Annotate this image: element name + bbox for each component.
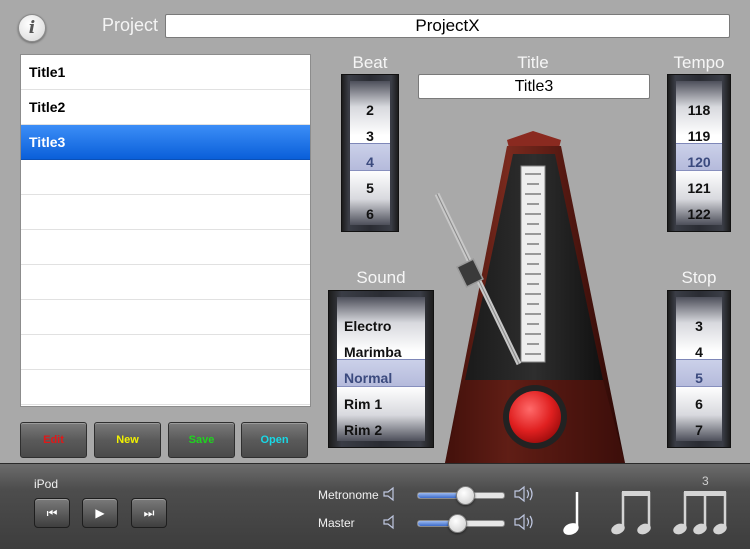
picker-value: Rim 2 xyxy=(344,422,383,438)
triplet-notes-icon[interactable] xyxy=(672,488,728,538)
picker-value: 6 xyxy=(695,396,703,412)
quarter-note-icon[interactable] xyxy=(560,488,586,538)
title-field[interactable]: Title3 xyxy=(418,74,650,99)
volume-low-icon xyxy=(383,486,394,502)
eighth-notes-icon[interactable] xyxy=(610,488,654,538)
master-volume-label: Master xyxy=(318,516,355,530)
stop-label: Stop xyxy=(681,268,717,287)
slider-thumb[interactable] xyxy=(447,514,467,533)
title-list: Title1 Title2 Title3 xyxy=(20,54,311,407)
master-volume-slider[interactable] xyxy=(417,514,505,533)
project-label: Project xyxy=(102,15,159,35)
metronome-cap xyxy=(507,131,561,148)
metronome-volume-label: Metronome xyxy=(318,488,379,502)
list-item-empty xyxy=(21,335,310,370)
play-icon[interactable]: ▶ xyxy=(82,498,118,528)
picker-value: 5 xyxy=(366,180,374,196)
new-button[interactable]: New xyxy=(94,422,161,458)
save-button[interactable]: Save xyxy=(168,422,235,458)
picker-value-selected: 4 xyxy=(366,154,374,170)
ipod-label: iPod xyxy=(34,477,59,491)
metronome xyxy=(434,131,625,463)
beat-label: Beat xyxy=(352,53,388,72)
picker-value: 121 xyxy=(687,180,711,196)
stop-picker[interactable]: 3 4 5 6 7 xyxy=(667,290,731,448)
open-button[interactable]: Open xyxy=(241,422,308,458)
picker-value: 4 xyxy=(695,344,703,360)
sound-picker[interactable]: Electro Marimba Normal Rim 1 Rim 2 xyxy=(328,290,434,448)
picker-value: 2 xyxy=(366,102,374,118)
picker-value-selected: Normal xyxy=(344,370,393,386)
info-icon[interactable]: i xyxy=(18,14,46,42)
list-item-empty xyxy=(21,300,310,335)
tempo-label: Tempo xyxy=(673,53,725,72)
picker-value: 122 xyxy=(687,206,711,222)
project-name-field[interactable]: ProjectX xyxy=(165,14,730,38)
tempo-picker[interactable]: 118 119 120 121 122 xyxy=(667,74,731,232)
picker-value: 3 xyxy=(695,318,703,334)
beat-picker[interactable]: 2 3 4 5 6 xyxy=(341,74,399,232)
picker-value-selected: 5 xyxy=(695,370,703,386)
sound-label: Sound xyxy=(356,268,406,287)
title-label: Title xyxy=(517,53,549,72)
list-item-empty xyxy=(21,230,310,265)
previous-track-icon[interactable]: ⏮ xyxy=(34,498,70,528)
picker-value: 118 xyxy=(687,102,711,118)
list-item-selected[interactable]: Title3 xyxy=(21,125,310,160)
next-track-icon[interactable]: ⏭ xyxy=(131,498,167,528)
edit-button[interactable]: Edit xyxy=(20,422,87,458)
picker-value: 119 xyxy=(687,128,711,144)
list-item[interactable]: Title1 xyxy=(21,55,310,90)
list-item-empty xyxy=(21,195,310,230)
picker-value: 6 xyxy=(366,206,374,222)
picker-value: Electro xyxy=(344,318,392,334)
start-stop-button[interactable] xyxy=(509,391,561,443)
volume-high-icon xyxy=(514,485,533,503)
list-item-empty xyxy=(21,160,310,195)
picker-value: 3 xyxy=(366,128,374,144)
picker-value: Marimba xyxy=(344,344,402,360)
list-item-empty xyxy=(21,370,310,405)
picker-value: Rim 1 xyxy=(344,396,383,412)
metronome-volume-slider[interactable] xyxy=(417,486,505,505)
list-item[interactable]: Title2 xyxy=(21,90,310,125)
picker-value: 7 xyxy=(695,422,703,438)
triplet-count-label: 3 xyxy=(702,474,709,488)
picker-value-selected: 120 xyxy=(687,154,711,170)
volume-high-icon xyxy=(514,513,533,531)
list-item-empty xyxy=(21,265,310,300)
volume-low-icon xyxy=(383,514,394,530)
